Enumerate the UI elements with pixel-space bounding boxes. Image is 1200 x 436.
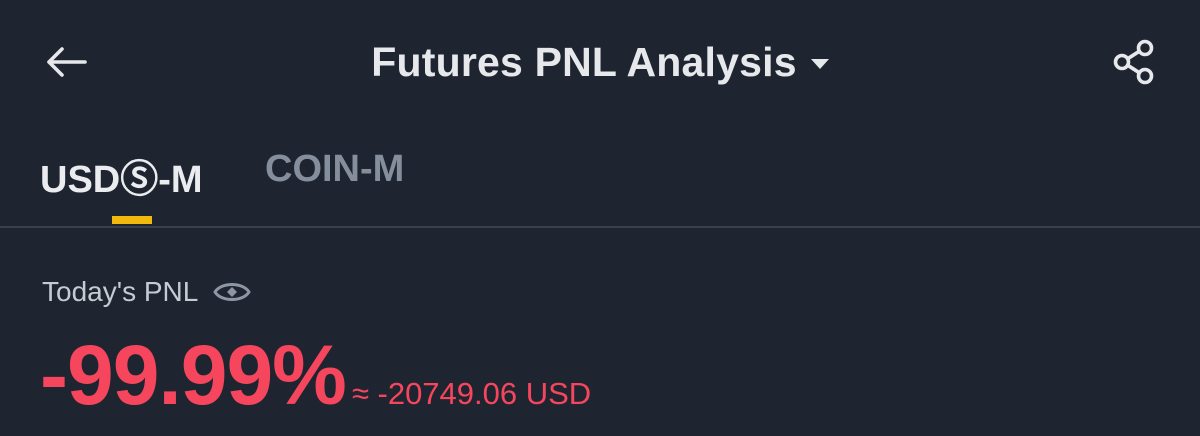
tab-usds-m[interactable]: USDⓈ-M (40, 148, 203, 203)
pnl-value-row: -99.99% ≈ -20749.06 USD (40, 330, 591, 420)
title-dropdown[interactable]: Futures PNL Analysis (0, 34, 1200, 90)
pnl-label-row: Today's PNL (42, 276, 252, 308)
pnl-percent-value: -99.99% (40, 328, 347, 422)
top-bar: Futures PNL Analysis (0, 0, 1200, 120)
pnl-usd-value: ≈ -20749.06 USD (351, 376, 592, 411)
eye-icon (213, 283, 252, 301)
active-tab-indicator (112, 216, 152, 224)
page-title: Futures PNL Analysis (371, 38, 797, 85)
tab-coin-m[interactable]: COIN-M (265, 148, 404, 191)
share-icon (1113, 39, 1154, 85)
share-button[interactable] (1106, 34, 1162, 90)
caret-down-icon (810, 59, 829, 69)
divider (0, 226, 1200, 228)
todays-pnl-label: Today's PNL (42, 276, 199, 307)
margin-type-tabs: USDⓈ-M COIN-M (0, 130, 1200, 226)
toggle-visibility-button[interactable] (212, 277, 252, 307)
